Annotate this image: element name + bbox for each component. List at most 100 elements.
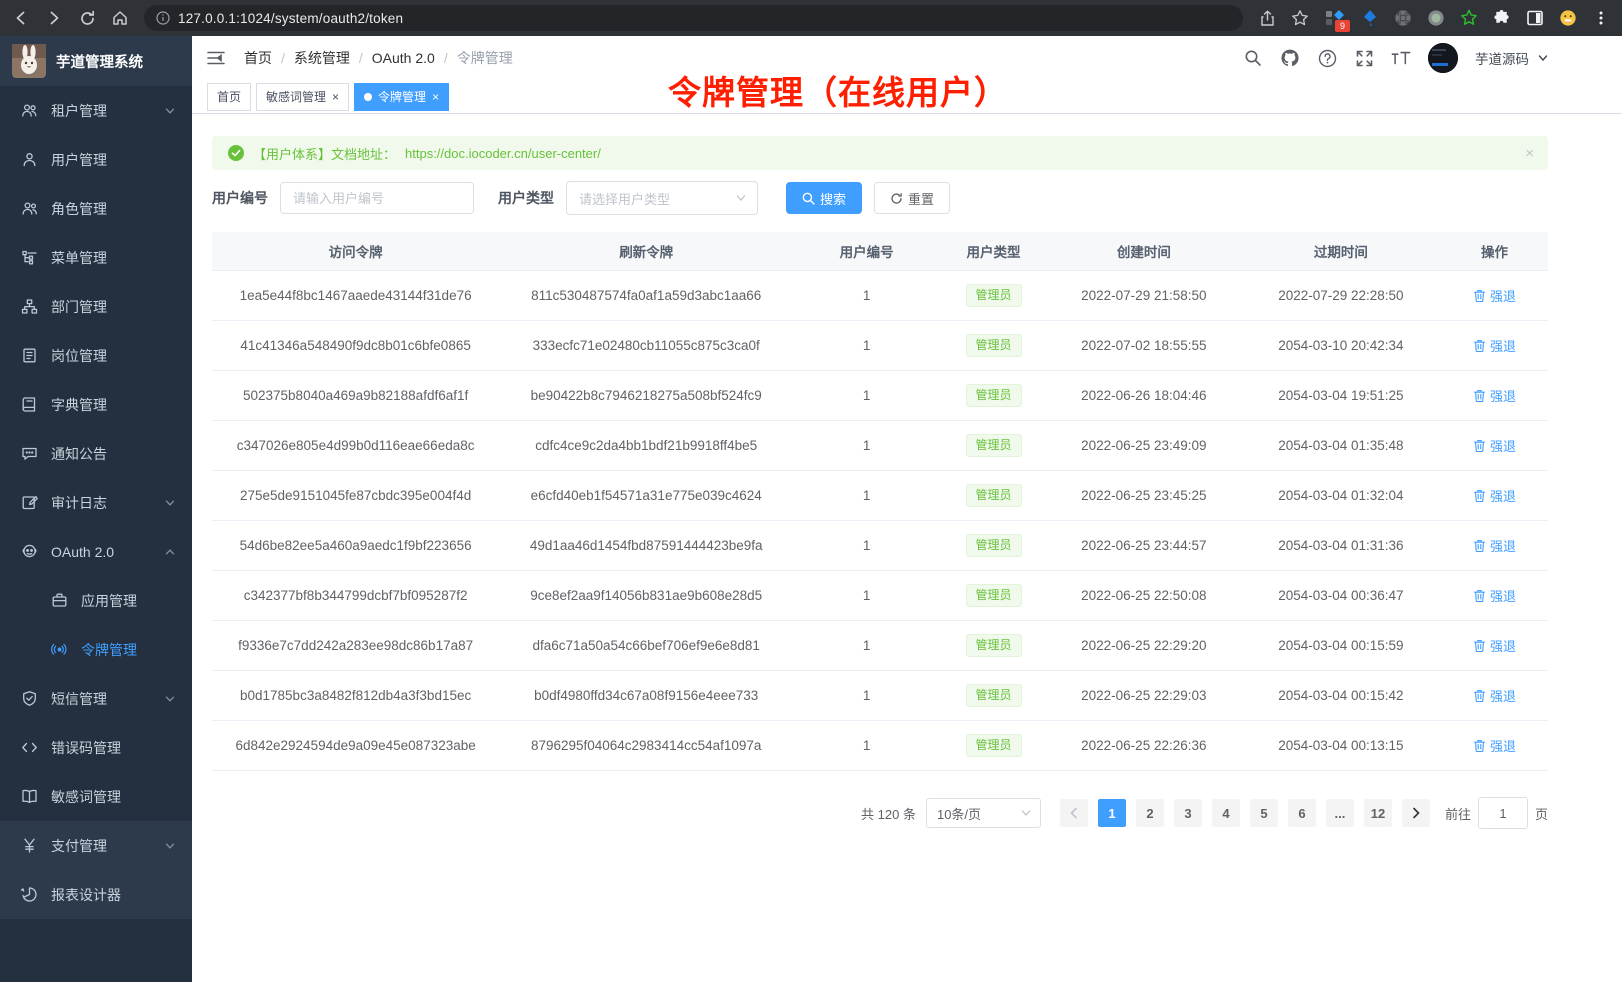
search-icon[interactable] <box>1243 48 1263 68</box>
bookmark-star-icon[interactable] <box>1291 9 1309 27</box>
delete-icon <box>1473 589 1486 602</box>
tag-view-tab[interactable]: 敏感词管理× <box>256 83 349 111</box>
user-menu-caret-icon[interactable] <box>1538 53 1548 63</box>
sidebar-item-app[interactable]: 应用管理 <box>0 576 192 625</box>
goto-page-input[interactable] <box>1478 797 1528 829</box>
sidebar-item-menu-tree[interactable]: 菜单管理 <box>0 233 192 282</box>
sidebar-item-dict[interactable]: 字典管理 <box>0 380 192 429</box>
table-row: f9336e7c7dd242a283ee98dc86b17a87dfa6c71a… <box>212 621 1548 671</box>
sidebar-item-pay[interactable]: 支付管理 <box>0 821 192 870</box>
sidebar-item-label: 租户管理 <box>51 101 164 121</box>
prev-page-button[interactable] <box>1060 799 1088 827</box>
next-page-button[interactable] <box>1402 799 1430 827</box>
help-icon[interactable] <box>1317 48 1337 68</box>
refresh-token-cell: 333ecfc71e02480cb11055c875c3ca0f <box>499 321 793 371</box>
force-logout-button[interactable]: 强退 <box>1473 286 1516 305</box>
page-button[interactable]: 5 <box>1250 799 1278 827</box>
force-logout-button[interactable]: 强退 <box>1473 386 1516 405</box>
page-button[interactable]: 6 <box>1288 799 1316 827</box>
sidebar-item-errcode[interactable]: 错误码管理 <box>0 723 192 772</box>
github-icon[interactable] <box>1280 48 1300 68</box>
browser-menu-icon[interactable] <box>1592 9 1610 27</box>
force-logout-button[interactable]: 强退 <box>1473 536 1516 555</box>
expires-cell: 2054-03-04 00:15:42 <box>1241 671 1441 721</box>
force-logout-button[interactable]: 强退 <box>1473 336 1516 355</box>
breadcrumb-home[interactable]: 首页 <box>244 48 272 68</box>
doc-link[interactable]: https://doc.iocoder.cn/user-center/ <box>405 146 601 161</box>
sidebar-item-sensitive[interactable]: 敏感词管理 <box>0 772 192 821</box>
page-button[interactable]: 4 <box>1212 799 1240 827</box>
search-button[interactable]: 搜索 <box>786 182 862 214</box>
forward-icon[interactable] <box>45 9 63 27</box>
command-extension-icon[interactable] <box>1394 9 1412 27</box>
delete-icon <box>1473 639 1486 652</box>
page-button[interactable]: 2 <box>1136 799 1164 827</box>
collapse-menu-icon[interactable] <box>206 47 228 69</box>
fullscreen-icon[interactable] <box>1354 48 1374 68</box>
force-logout-button[interactable]: 强退 <box>1473 736 1516 755</box>
alert-close-icon[interactable]: × <box>1525 146 1534 161</box>
sidebar-item-dept[interactable]: 部门管理 <box>0 282 192 331</box>
split-screen-icon[interactable] <box>1526 9 1544 27</box>
site-info-icon[interactable] <box>156 11 170 25</box>
breadcrumb-oauth[interactable]: OAuth 2.0 <box>372 50 435 66</box>
tag-view-tab[interactable]: 令牌管理× <box>354 83 449 111</box>
force-logout-button[interactable]: 强退 <box>1473 636 1516 655</box>
sidebar-item-role[interactable]: 角色管理 <box>0 184 192 233</box>
extensions-puzzle-icon[interactable] <box>1493 9 1511 27</box>
force-logout-button[interactable]: 强退 <box>1473 686 1516 705</box>
address-bar[interactable]: 127.0.0.1:1024/system/oauth2/token <box>144 5 1243 31</box>
tab-close-icon[interactable]: × <box>432 91 439 103</box>
home-icon[interactable] <box>111 9 129 27</box>
page-button[interactable]: 1 <box>1098 799 1126 827</box>
table-row: 275e5de9151045fe87cbdc395e004f4de6cfd40e… <box>212 471 1548 521</box>
reload-icon[interactable] <box>78 9 96 27</box>
screen: { "browser": { "url": "127.0.0.1:1024/sy… <box>0 0 1622 982</box>
col-access-token: 访问令牌 <box>212 232 499 271</box>
kite-extension-icon[interactable] <box>1361 9 1379 27</box>
created-cell: 2022-06-25 22:29:03 <box>1047 671 1241 721</box>
user-id-input[interactable] <box>280 182 474 214</box>
sidebar-item-post[interactable]: 岗位管理 <box>0 331 192 380</box>
avatar[interactable] <box>1428 43 1458 73</box>
user-type-placeholder: 请选择用户类型 <box>579 189 670 208</box>
user-type-badge: 管理员 <box>966 684 1022 708</box>
tag-view-tab[interactable]: 首页 <box>207 83 251 111</box>
user-name[interactable]: 芋道源码 <box>1475 48 1529 68</box>
tab-close-icon[interactable]: × <box>332 91 339 103</box>
page-button[interactable]: 3 <box>1174 799 1202 827</box>
sidebar-item-report[interactable]: 报表设计器 <box>0 870 192 919</box>
user-type-select[interactable]: 请选择用户类型 <box>566 181 758 215</box>
page-button[interactable]: 12 <box>1364 799 1392 827</box>
reset-button[interactable]: 重置 <box>874 182 950 214</box>
tab-group-extension-icon[interactable]: 9 <box>1324 8 1346 28</box>
sidebar-item-audit[interactable]: 审计日志 <box>0 478 192 527</box>
action-cell: 强退 <box>1441 271 1548 321</box>
sidebar-item-token[interactable]: 令牌管理 <box>0 625 192 674</box>
sidebar-item-tenant[interactable]: 租户管理 <box>0 86 192 135</box>
active-tab-dot <box>364 93 372 101</box>
pager-ellipsis[interactable]: ... <box>1326 799 1354 827</box>
sidebar-item-user[interactable]: 用户管理 <box>0 135 192 184</box>
green-star-extension-icon[interactable] <box>1460 9 1478 27</box>
record-extension-icon[interactable] <box>1427 9 1445 27</box>
breadcrumb-system[interactable]: 系统管理 <box>294 48 350 68</box>
access-token-cell: 54d6be82ee5a460a9aedc1f9bf223656 <box>212 521 499 571</box>
refresh-token-cell: e6cfd40eb1f54571a31e775e039c4624 <box>499 471 793 521</box>
emoji-extension-icon[interactable] <box>1559 9 1577 27</box>
force-logout-button[interactable]: 强退 <box>1473 436 1516 455</box>
success-check-icon <box>228 145 244 161</box>
page-size-select[interactable]: 10条/页 <box>926 798 1041 828</box>
share-icon[interactable] <box>1258 9 1276 27</box>
app-logo-row[interactable]: 芋道管理系统 <box>0 36 192 86</box>
sidebar-item-sms[interactable]: 短信管理 <box>0 674 192 723</box>
sidebar-item-notice[interactable]: 通知公告 <box>0 429 192 478</box>
font-size-icon[interactable] <box>1391 48 1411 68</box>
delete-icon <box>1473 439 1486 452</box>
sidebar-item-oauth[interactable]: OAuth 2.0 <box>0 527 192 576</box>
select-chevron-icon <box>1020 807 1032 819</box>
delete-icon <box>1473 339 1486 352</box>
force-logout-button[interactable]: 强退 <box>1473 586 1516 605</box>
force-logout-button[interactable]: 强退 <box>1473 486 1516 505</box>
back-icon[interactable] <box>12 9 30 27</box>
